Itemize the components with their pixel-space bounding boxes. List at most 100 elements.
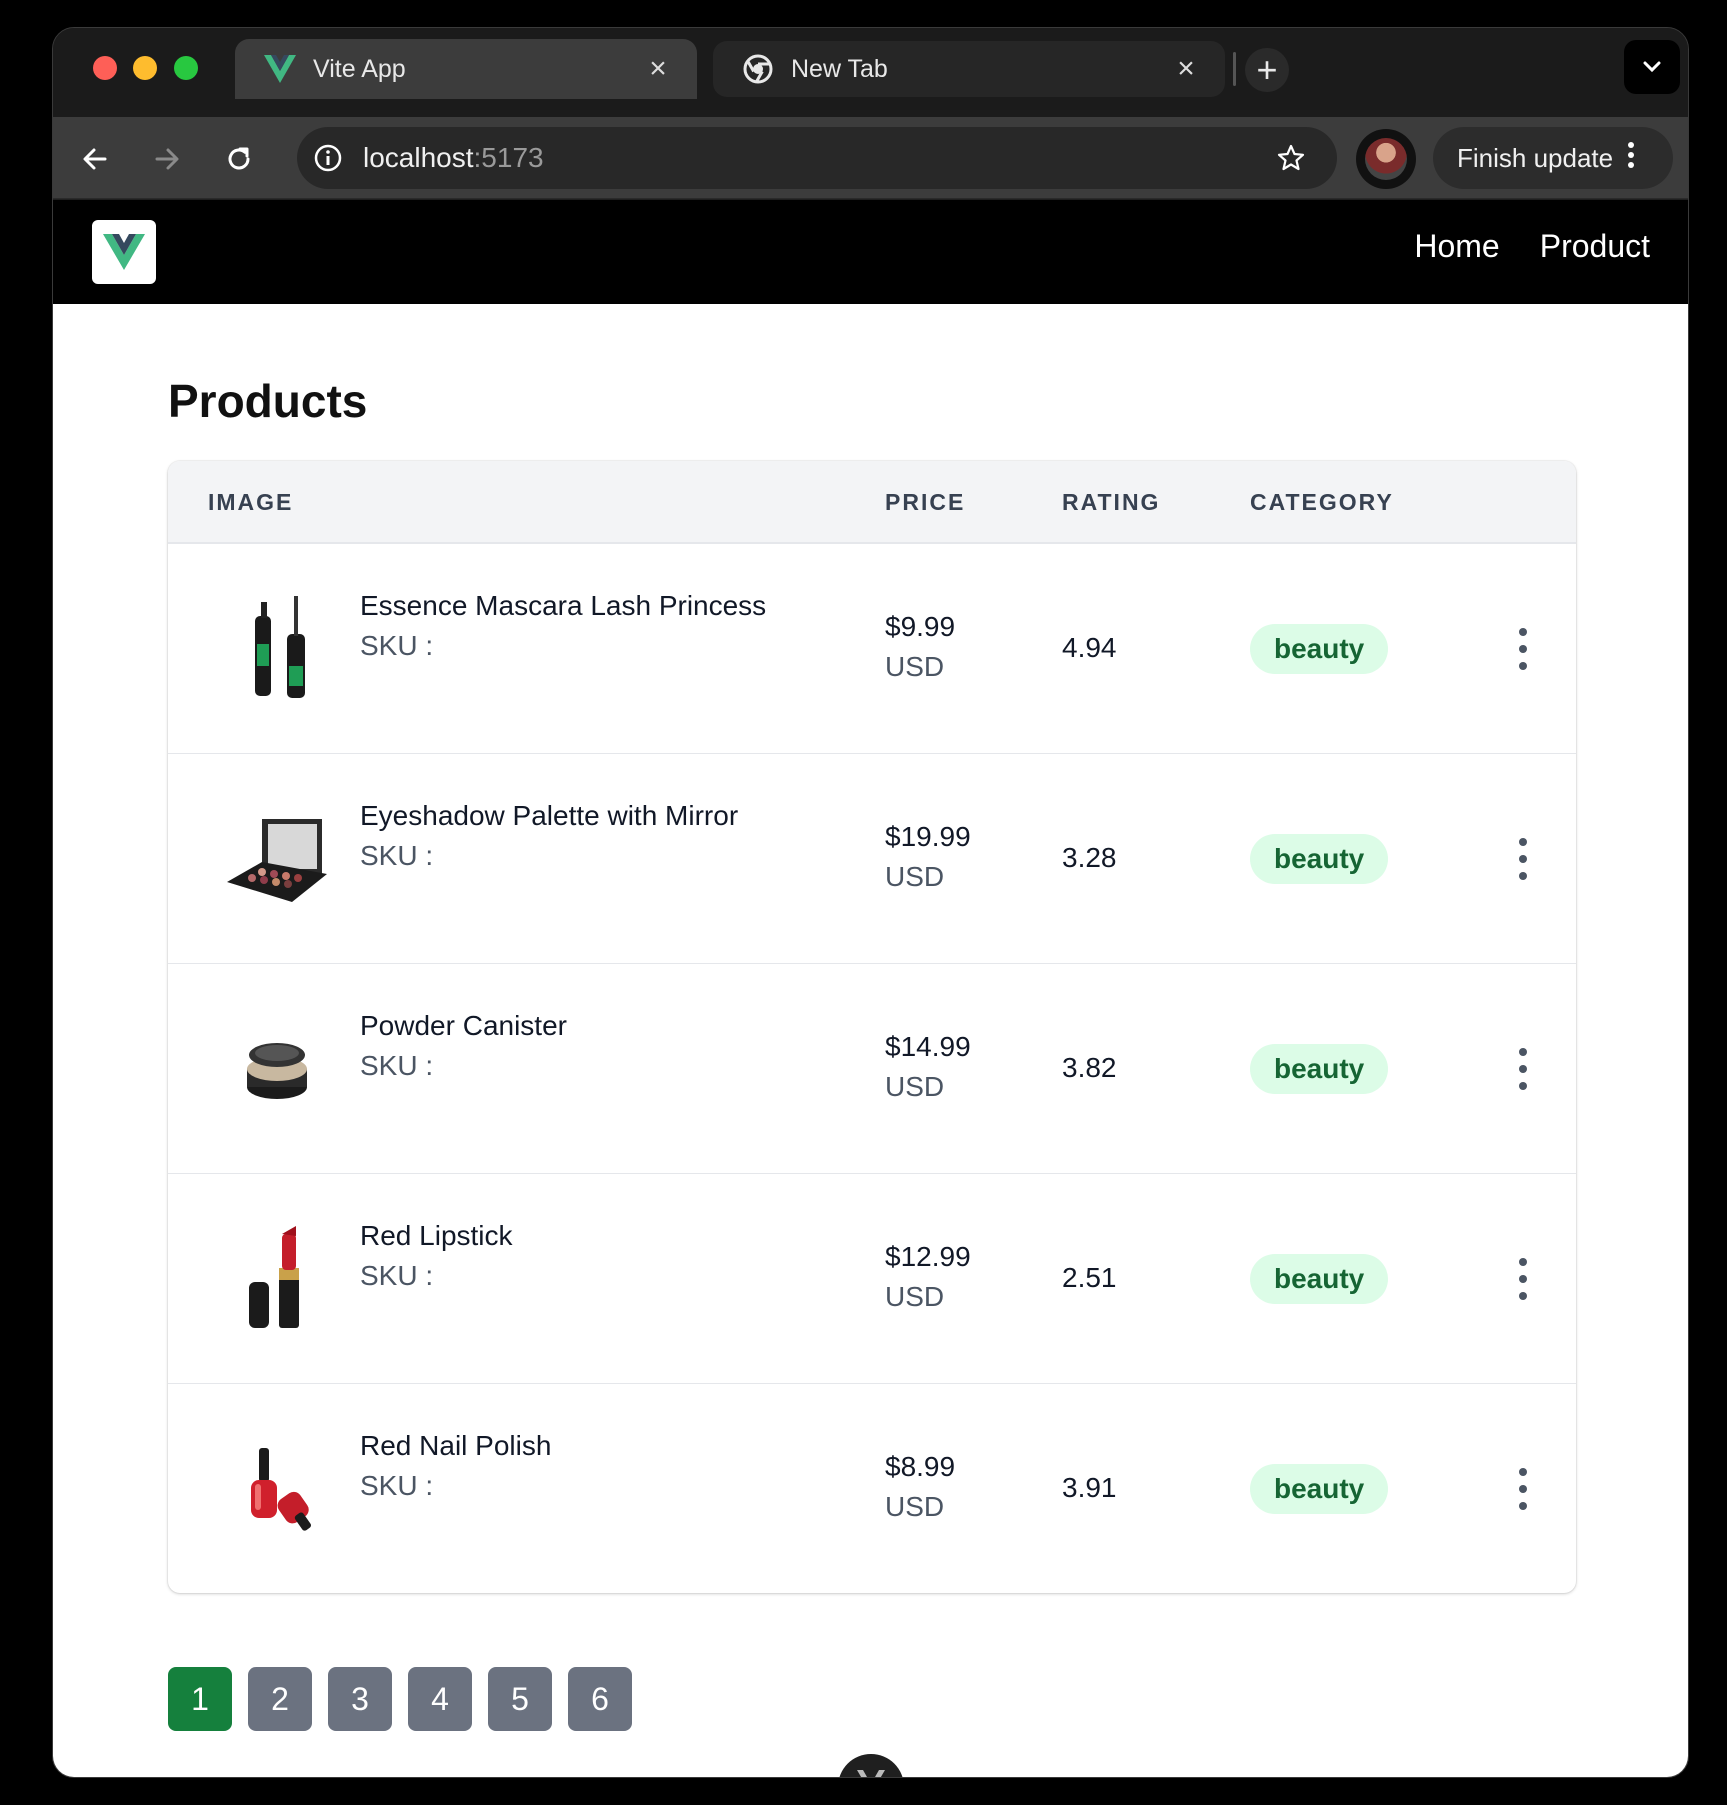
chrome-icon [741, 52, 775, 86]
close-tab-icon[interactable]: × [641, 52, 675, 86]
profile-avatar[interactable] [1356, 129, 1416, 189]
new-tab-button[interactable]: + [1245, 48, 1289, 92]
lipstick-icon [222, 1219, 332, 1339]
tab-title: New Tab [791, 54, 888, 83]
url-port: :5173 [473, 142, 544, 173]
product-name: Eyeshadow Palette with Mirror [360, 800, 739, 831]
product-price: $12.99 [885, 1241, 971, 1272]
product-sku: SKU : [360, 840, 434, 871]
row-actions-icon[interactable] [1508, 1044, 1538, 1094]
arrow-left-icon [83, 148, 107, 170]
page-button-5[interactable]: 5 [488, 1667, 552, 1731]
column-header-rating: RATING [1062, 489, 1161, 515]
product-name: Essence Mascara Lash Princess [360, 590, 767, 621]
category-badge: beauty [1250, 1254, 1389, 1304]
product-sku: SKU : [360, 1260, 434, 1291]
column-header-price: PRICE [885, 489, 966, 515]
category-badge: beauty [1250, 1464, 1389, 1514]
table-row[interactable]: Red Lipstick SKU : $12.99 USD 2.51 beaut… [168, 1174, 1576, 1384]
product-rating: 3.82 [1062, 1052, 1117, 1083]
product-currency: USD [885, 651, 945, 682]
tab-title: Vite App [313, 54, 406, 83]
category-badge: beauty [1250, 624, 1389, 674]
url-host: localhost [363, 142, 474, 173]
tab-new-tab[interactable]: New Tab × [713, 41, 1225, 97]
finish-update-button[interactable]: Finish update [1433, 127, 1673, 189]
maximize-window-button[interactable] [174, 56, 198, 80]
browser-toolbar: localhost:5173 Finish update [53, 117, 1688, 199]
product-rating: 3.91 [1062, 1472, 1117, 1503]
bookmark-star-icon[interactable] [1271, 138, 1311, 178]
browser-window: Vite App × New Tab × + localhost:5173 Fi… [52, 27, 1689, 1778]
row-actions-icon[interactable] [1508, 834, 1538, 884]
table-row[interactable]: Red Nail Polish SKU : $8.99 USD 3.91 bea… [168, 1384, 1576, 1593]
page-content: Products IMAGE PRICE RATING CATEGORY Ess… [53, 304, 1688, 1777]
product-price: $9.99 [885, 611, 956, 642]
tab-search-button[interactable] [1624, 40, 1680, 94]
forward-button[interactable] [145, 137, 189, 181]
category-badge: beauty [1250, 834, 1389, 884]
app-header: Home Product [53, 200, 1688, 304]
product-price: $8.99 [885, 1451, 956, 1482]
product-sku: SKU : [360, 630, 434, 661]
arrow-right-icon [155, 148, 179, 170]
product-rating: 3.28 [1062, 842, 1117, 873]
pagination: 1 2 3 4 5 6 [168, 1667, 632, 1731]
product-price: $14.99 [885, 1031, 971, 1062]
table-row[interactable]: Essence Mascara Lash Princess SKU : $9.9… [168, 544, 1576, 754]
vue-devtools-icon [857, 1770, 885, 1777]
column-header-image: IMAGE [208, 489, 294, 515]
url-text: localhost:5173 [363, 142, 1271, 174]
page-button-2[interactable]: 2 [248, 1667, 312, 1731]
row-actions-icon[interactable] [1508, 624, 1538, 674]
nail-polish-icon [222, 1429, 332, 1549]
back-button[interactable] [73, 137, 117, 181]
address-bar[interactable]: localhost:5173 [297, 127, 1337, 189]
product-price: $19.99 [885, 821, 971, 852]
category-badge: beauty [1250, 1044, 1389, 1094]
nav-product-link[interactable]: Product [1540, 228, 1650, 265]
site-info-icon[interactable] [311, 141, 345, 175]
page-title: Products [168, 375, 368, 427]
chevron-down-icon [1643, 61, 1661, 73]
reload-icon [228, 147, 250, 170]
close-tab-icon[interactable]: × [1169, 52, 1203, 86]
nav-home-link[interactable]: Home [1414, 228, 1499, 265]
product-currency: USD [885, 1491, 945, 1522]
minimize-window-button[interactable] [133, 56, 157, 80]
product-name: Red Lipstick [360, 1220, 513, 1251]
table-row[interactable]: Eyeshadow Palette with Mirror SKU : $19.… [168, 754, 1576, 964]
tab-bar: Vite App × New Tab × + [53, 28, 1688, 117]
app-logo[interactable] [92, 220, 156, 284]
row-actions-icon[interactable] [1508, 1464, 1538, 1514]
main-nav: Home Product [1414, 228, 1650, 265]
vue-devtools-button[interactable] [838, 1754, 904, 1777]
products-table: IMAGE PRICE RATING CATEGORY Essence Masc… [168, 461, 1576, 1593]
close-window-button[interactable] [93, 56, 117, 80]
table-row[interactable]: Powder Canister SKU : $14.99 USD 3.82 be… [168, 964, 1576, 1174]
page-button-4[interactable]: 4 [408, 1667, 472, 1731]
column-header-category: CATEGORY [1250, 489, 1394, 515]
product-currency: USD [885, 861, 945, 892]
product-sku: SKU : [360, 1050, 434, 1081]
page-button-3[interactable]: 3 [328, 1667, 392, 1731]
tab-separator [1233, 52, 1236, 86]
product-name: Red Nail Polish [360, 1430, 552, 1461]
product-currency: USD [885, 1071, 945, 1102]
reload-button[interactable] [217, 137, 261, 181]
row-actions-icon[interactable] [1508, 1254, 1538, 1304]
eyeshadow-palette-icon [222, 799, 332, 919]
more-vert-icon [1627, 141, 1635, 176]
product-name: Powder Canister [360, 1010, 567, 1041]
product-currency: USD [885, 1281, 945, 1312]
avatar-image [1365, 138, 1407, 180]
powder-canister-icon [222, 1009, 332, 1129]
product-rating: 4.94 [1062, 632, 1117, 663]
product-sku: SKU : [360, 1470, 434, 1501]
vue-logo-icon [263, 52, 297, 86]
tab-vite-app[interactable]: Vite App × [235, 39, 697, 99]
page-button-1[interactable]: 1 [168, 1667, 232, 1731]
table-header: IMAGE PRICE RATING CATEGORY [168, 461, 1576, 544]
page-button-6[interactable]: 6 [568, 1667, 632, 1731]
vue-logo-icon [103, 234, 145, 270]
